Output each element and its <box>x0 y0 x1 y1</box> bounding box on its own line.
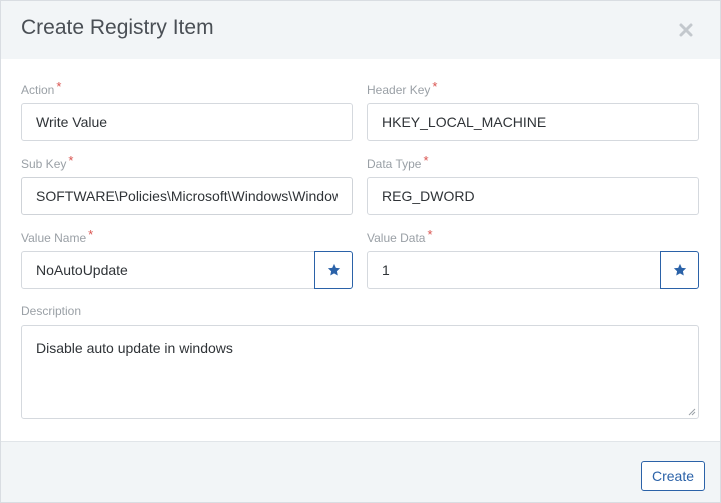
create-button[interactable]: Create <box>640 461 705 491</box>
action-input[interactable] <box>21 103 353 141</box>
star-icon <box>673 263 686 276</box>
value-data-label: Value Data * <box>367 227 433 245</box>
required-mark: * <box>56 79 62 94</box>
data-type-label: Data Type * <box>367 153 429 171</box>
description-label-text: Description <box>21 304 82 318</box>
description-label: Description <box>21 304 81 318</box>
close-icon <box>679 23 693 37</box>
value-name-input[interactable] <box>21 251 315 289</box>
resize-grip-icon[interactable] <box>687 407 696 416</box>
required-mark: * <box>423 153 429 168</box>
action-label-text: Action <box>21 83 55 97</box>
close-button[interactable] <box>676 20 696 40</box>
sub-key-input[interactable] <box>21 177 353 215</box>
create-registry-item-dialog: Create Registry Item Action* Header Key*… <box>0 0 721 503</box>
required-mark: * <box>88 227 94 242</box>
required-mark: * <box>427 227 433 242</box>
sub-key-label: Sub Key * <box>21 153 74 171</box>
dialog-header: Create Registry Item <box>1 1 720 59</box>
header-key-label-text: Header Key <box>367 83 431 97</box>
value-data-label-text: Value Data <box>367 231 426 245</box>
data-type-input[interactable] <box>367 177 699 215</box>
value-data-variable-button[interactable] <box>660 251 699 289</box>
header-key-input[interactable] <box>367 103 699 141</box>
value-name-label: Value Name * <box>21 227 94 245</box>
data-type-label-text: Data Type <box>367 157 422 171</box>
value-data-input[interactable] <box>367 251 661 289</box>
description-textarea[interactable]: Disable auto update in windows <box>21 325 699 419</box>
required-mark: * <box>432 79 438 94</box>
required-mark: * <box>68 153 74 168</box>
star-icon <box>327 263 340 276</box>
header-key-label: Header Key * <box>367 79 438 97</box>
value-name-label-text: Value Name <box>21 231 87 245</box>
action-label: Action * <box>21 79 62 97</box>
dialog-title: Create Registry Item <box>21 16 214 39</box>
sub-key-label-text: Sub Key <box>21 157 67 171</box>
value-name-variable-button[interactable] <box>314 251 353 289</box>
dialog-footer: Create <box>1 441 720 502</box>
